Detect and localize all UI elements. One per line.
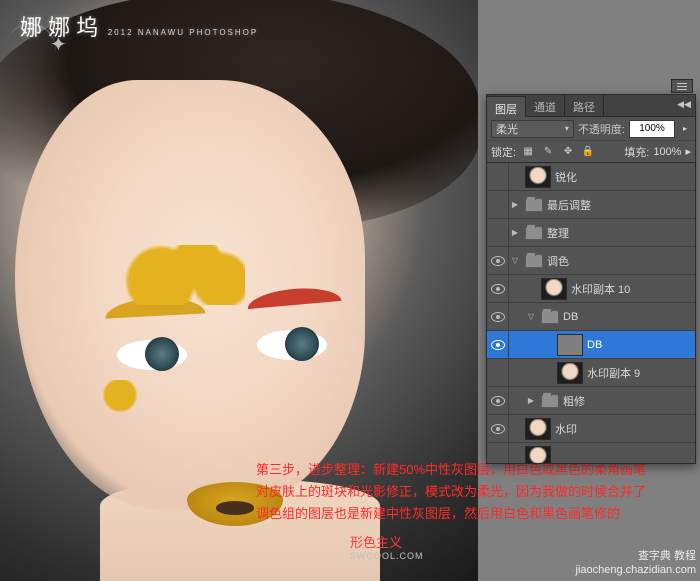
layer-visibility-toggle[interactable] [487, 163, 509, 190]
instruction-line-2: 对皮肤上的斑块和光影修正，模式改为柔光，因为我做的时候合并了 [256, 481, 694, 503]
layer-name-label[interactable]: DB [587, 339, 695, 351]
folder-icon[interactable] [541, 394, 559, 408]
layers-panel: ◀◀ 图层 通道 路径 柔光 ▾ 不透明度: 100% ▸ 锁定: ▦ ✎ ✥ … [486, 94, 696, 464]
folder-icon[interactable] [525, 226, 543, 240]
blend-opacity-row: 柔光 ▾ 不透明度: 100% ▸ [487, 117, 695, 141]
lock-all-icon[interactable]: 🔒 [580, 144, 596, 160]
eye-icon [491, 396, 505, 406]
eye-right [257, 330, 327, 360]
eye-icon [491, 424, 505, 434]
bottom-logo: 形色主义 SWCOOL.COM [350, 532, 424, 561]
layer-visibility-toggle[interactable] [487, 275, 509, 302]
layer-visibility-toggle[interactable] [487, 303, 509, 330]
disclosure-triangle-icon[interactable]: ▶ [509, 200, 521, 209]
layer-thumbnail[interactable] [557, 362, 583, 384]
layer-item[interactable]: ▶ 整理 [487, 219, 695, 247]
layer-name-label[interactable]: 水印副本 9 [587, 365, 695, 381]
layer-item[interactable] [487, 443, 695, 463]
layer-name-label[interactable]: 最后调整 [547, 197, 695, 213]
layer-item[interactable]: DB [487, 331, 695, 359]
layer-item[interactable]: 水印 [487, 415, 695, 443]
lock-transparency-icon[interactable]: ▦ [520, 144, 536, 160]
brow-right-paint [246, 285, 341, 309]
layer-visibility-toggle[interactable] [487, 247, 509, 274]
folder-icon[interactable] [541, 310, 559, 324]
layer-name-label[interactable]: 水印副本 10 [571, 281, 695, 297]
bottom-logo-main: 形色主义 [350, 535, 402, 550]
layer-item[interactable]: ▽ 调色 [487, 247, 695, 275]
disclosure-triangle-icon[interactable]: ▶ [509, 228, 521, 237]
eye-icon [491, 256, 505, 266]
face-shape [15, 80, 365, 510]
eye-left [117, 340, 187, 370]
watermark-sub-text: 2012 NANAWU PHOTOSHOP [108, 28, 258, 37]
layer-visibility-toggle[interactable] [487, 191, 509, 218]
tab-paths[interactable]: 路径 [565, 95, 604, 116]
layer-name-label[interactable]: 粗修 [563, 393, 695, 409]
layer-item[interactable]: ▶ 粗修 [487, 387, 695, 415]
layer-name-label[interactable]: 锐化 [555, 169, 695, 185]
layer-thumbnail[interactable] [525, 166, 551, 188]
site-watermark-line2: jiaocheng.chazidian.com [576, 563, 696, 577]
watermark-main-text: 娜 娜 坞 [20, 15, 98, 40]
layer-visibility-toggle[interactable] [487, 219, 509, 246]
tab-layers[interactable]: 图层 [487, 96, 526, 117]
site-watermark: 查字典 教程 jiaocheng.chazidian.com [576, 549, 696, 577]
fill-label: 填充: [624, 144, 649, 160]
layer-item[interactable]: ▽ DB [487, 303, 695, 331]
tab-channels[interactable]: 通道 [526, 95, 565, 116]
panel-collapse-icon[interactable]: ◀◀ [675, 97, 693, 111]
lock-fill-row: 锁定: ▦ ✎ ✥ 🔒 填充: 100% ▸ [487, 141, 695, 163]
layer-visibility-toggle[interactable] [487, 415, 509, 442]
folder-icon[interactable] [525, 198, 543, 212]
disclosure-triangle-icon[interactable]: ▽ [509, 256, 521, 265]
lock-pixels-icon[interactable]: ✎ [540, 144, 556, 160]
opacity-field[interactable]: 100% [629, 120, 675, 138]
chevron-down-icon: ▾ [565, 124, 569, 133]
layer-thumbnail[interactable] [557, 334, 583, 356]
blend-mode-value: 柔光 [496, 121, 518, 137]
eye-icon [491, 340, 505, 350]
layer-name-label[interactable]: 整理 [547, 225, 695, 241]
layer-thumbnail[interactable] [525, 446, 551, 464]
blend-mode-select[interactable]: 柔光 ▾ [491, 120, 574, 138]
eye-icon [491, 284, 505, 294]
panel-tabs: 图层 通道 路径 [487, 95, 695, 117]
layer-visibility-toggle[interactable] [487, 331, 509, 358]
forehead-paint [125, 245, 245, 305]
opacity-label: 不透明度: [578, 121, 625, 137]
instruction-line-3: 调色组的图层也是新建中性灰图层，然后用白色和黑色画笔修的 [256, 503, 694, 525]
fill-flyout-icon[interactable]: ▸ [685, 145, 691, 158]
disclosure-triangle-icon[interactable]: ▽ [525, 312, 537, 321]
lock-label: 锁定: [491, 144, 516, 160]
watermark-logo: 娜 娜 坞 2012 NANAWU PHOTOSHOP [20, 10, 258, 42]
folder-icon[interactable] [525, 254, 543, 268]
layer-visibility-toggle[interactable] [487, 359, 509, 386]
layer-thumbnail[interactable] [541, 278, 567, 300]
site-watermark-line1: 查字典 教程 [576, 549, 696, 563]
instruction-text: 第三步，进步整理：新建50%中性灰图层，用白色或黑色的柔角画笔 对皮肤上的斑块和… [256, 459, 694, 525]
layer-name-label[interactable]: 水印 [555, 421, 695, 437]
layer-list[interactable]: 锐化 ▶ 最后调整 ▶ 整理 ▽ 调色水印副本 10 ▽ DB DB 水印副本 9 ▶ 粗修水印 [487, 163, 695, 463]
eye-icon [491, 312, 505, 322]
layer-item[interactable]: 水印副本 10 [487, 275, 695, 303]
layer-name-label[interactable]: 调色 [547, 253, 695, 269]
layer-item[interactable]: 水印副本 9 [487, 359, 695, 387]
lock-position-icon[interactable]: ✥ [560, 144, 576, 160]
panel-menu-icon[interactable] [671, 79, 693, 93]
layer-item[interactable]: 锐化 [487, 163, 695, 191]
opacity-flyout-icon[interactable]: ▸ [679, 124, 691, 133]
layer-item[interactable]: ▶ 最后调整 [487, 191, 695, 219]
fill-field[interactable]: 100% [653, 146, 681, 158]
iris-left [145, 337, 179, 371]
layer-visibility-toggle[interactable] [487, 387, 509, 414]
disclosure-triangle-icon[interactable]: ▶ [525, 396, 537, 405]
layer-name-label[interactable]: DB [563, 311, 695, 323]
cheek-paint [85, 380, 155, 430]
bottom-logo-sub: SWCOOL.COM [350, 551, 424, 561]
layer-thumbnail[interactable] [525, 418, 551, 440]
iris-right [285, 327, 319, 361]
layer-visibility-toggle[interactable] [487, 443, 509, 463]
